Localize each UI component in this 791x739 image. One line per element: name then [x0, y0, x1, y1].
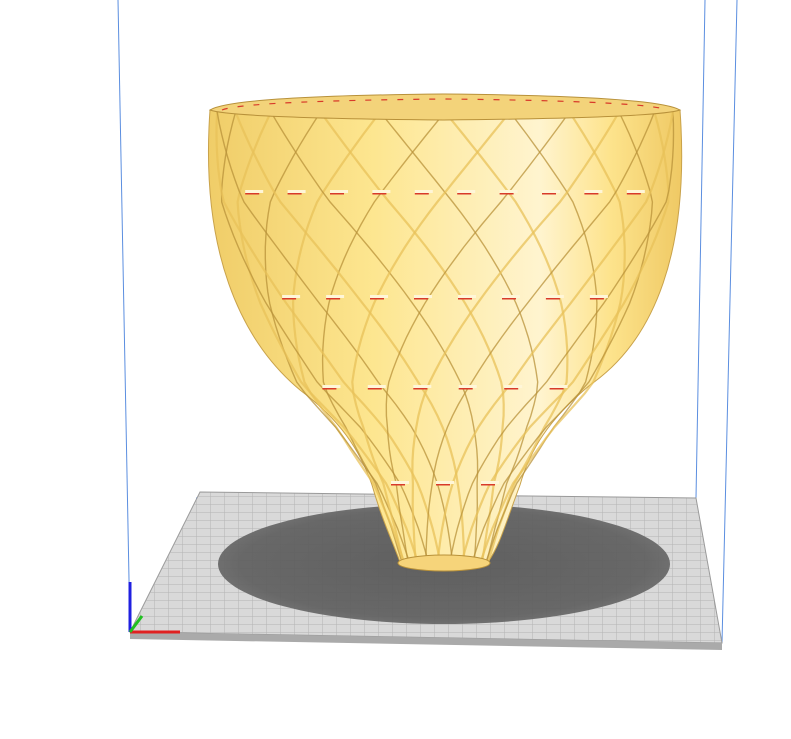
vase-slot-cut: [457, 193, 472, 195]
vase-slot-cut: [414, 193, 429, 195]
vase-slot: [326, 295, 345, 298]
vase-slot: [391, 481, 409, 484]
vase-slot-cut: [481, 484, 495, 486]
vase-slot: [499, 190, 518, 193]
vase-slot: [589, 295, 608, 298]
vase-slot-cut: [504, 388, 519, 390]
vase-slot-cut: [287, 193, 302, 195]
vase-slot: [458, 295, 476, 298]
vase-slot: [414, 190, 433, 193]
vase-slot: [436, 481, 454, 484]
vase-slot-cut: [458, 298, 472, 300]
vase-slot-cut: [322, 388, 337, 390]
vase-slot: [626, 190, 645, 193]
vase-slot: [584, 190, 603, 193]
vase-slot: [282, 295, 301, 298]
vase-slot-cut: [626, 193, 641, 195]
vase-slot-cut: [282, 298, 297, 300]
vase-slot: [414, 295, 432, 298]
vase-slot-cut: [370, 298, 384, 300]
vase-rim: [208, 93, 682, 121]
3d-viewport[interactable]: [0, 0, 791, 739]
vase-slot-cut: [391, 484, 405, 486]
vase-slot: [370, 295, 388, 298]
scene-canvas[interactable]: [0, 0, 791, 739]
vase-slot-cut: [326, 298, 341, 300]
vase-slot: [413, 385, 432, 388]
vase-slot: [372, 190, 391, 193]
vase-slot-cut: [413, 388, 428, 390]
vase-slot: [367, 385, 386, 388]
vase-slot-cut: [502, 298, 516, 300]
vase-slot-cut: [584, 193, 599, 195]
vase-slot: [542, 190, 560, 193]
vase-slot-cut: [372, 193, 387, 195]
vase-slot: [545, 295, 564, 298]
vase-slot: [322, 385, 341, 388]
vase-slot-cut: [414, 298, 428, 300]
vase-slot-cut: [367, 388, 382, 390]
vase-slot: [245, 190, 264, 193]
vase-slot-cut: [330, 193, 344, 195]
vase-slot-cut: [545, 298, 560, 300]
vase-slot-cut: [542, 193, 556, 195]
vase-slot-cut: [245, 193, 260, 195]
vase-slot: [458, 385, 477, 388]
vase-slot-cut: [549, 388, 564, 390]
vase-slot-cut: [589, 298, 604, 300]
vase-slot: [481, 481, 499, 484]
vase-slot-cut: [436, 484, 450, 486]
vase-slot-cut: [458, 388, 473, 390]
vase-slot: [287, 190, 306, 193]
vase-base: [397, 554, 491, 572]
vase-slot: [502, 295, 520, 298]
vase-slot: [549, 385, 568, 388]
vase-slot: [457, 190, 476, 193]
vase-slot-cut: [499, 193, 514, 195]
vase-slot: [504, 385, 523, 388]
vase-slot: [330, 190, 348, 193]
